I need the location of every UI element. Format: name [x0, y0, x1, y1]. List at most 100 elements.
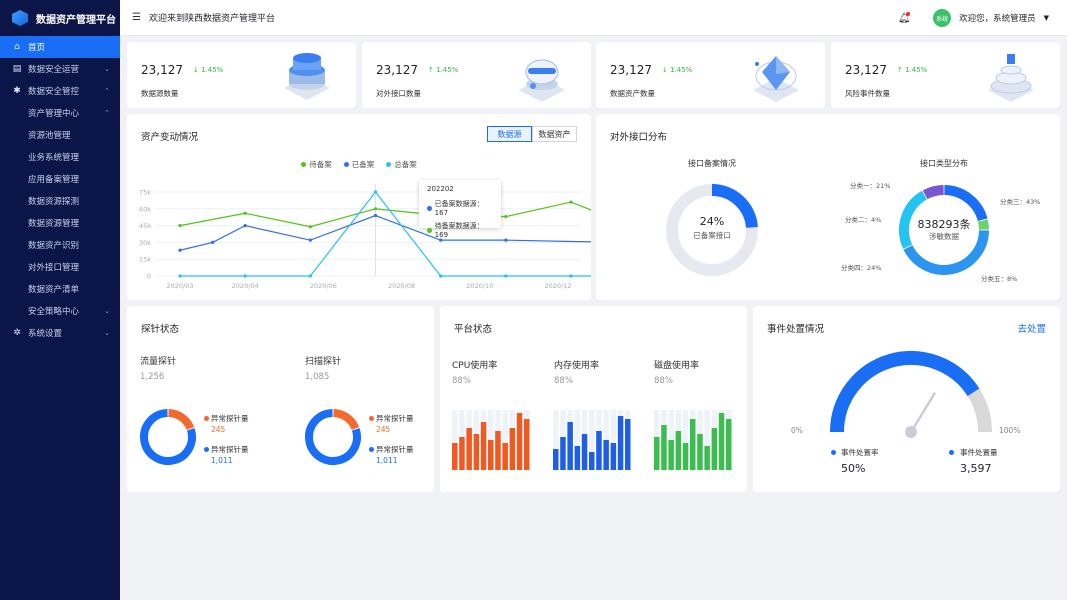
bell-icon[interactable]: 🔔︎	[897, 11, 911, 24]
caret-down-icon[interactable]: ▼	[1044, 14, 1049, 22]
bar	[459, 437, 465, 470]
data-point	[439, 274, 443, 278]
scan-normal-value: 1,011	[376, 456, 398, 465]
nav-system-settings[interactable]: ✲ 系统设置 ⌄	[0, 322, 120, 344]
scan-normal-label: 异常探针量	[376, 445, 414, 454]
nav-data-security-ops[interactable]: ▤ 数据安全运营 ⌄	[0, 58, 120, 80]
nav-resource-manage[interactable]: 数据资源管理	[0, 212, 120, 234]
x-tick-label: 2020/06	[310, 282, 337, 290]
disk-bar-chart	[654, 410, 732, 470]
bar	[560, 437, 566, 470]
nav-label: 数据资源探测	[28, 197, 80, 207]
event-card: 事件处置情况 去处置 0% 100% 事件处置率 50% 事件处置量 3,597	[753, 306, 1060, 492]
bar	[516, 413, 523, 470]
home-icon: ⌂	[14, 42, 20, 52]
nav-label: 安全策略中心	[28, 307, 80, 317]
bar	[726, 419, 732, 470]
layers-illustration-icon	[988, 54, 1034, 102]
dashboard-icon: ▤	[12, 64, 22, 74]
stat-label: 数据资产数量	[610, 89, 655, 98]
nav-app-filing[interactable]: 应用备案管理	[0, 168, 120, 190]
legend-dot	[949, 450, 954, 455]
nav-business-system[interactable]: 业务系统管理	[0, 146, 120, 168]
slice-label-1: 分类一：21%	[850, 182, 891, 190]
menu-toggle-icon[interactable]: ☰	[132, 12, 141, 23]
gauge-hub	[905, 426, 917, 438]
nav-resource-pool[interactable]: 资源池管理	[0, 124, 120, 146]
nav-security-policy[interactable]: 安全策略中心 ⌄	[0, 300, 120, 322]
nav-label: 数据安全管控	[28, 87, 80, 97]
asset-change-card: 资产变动情况 数据源 数据资产 待备案 已备案 总备案 0 15k 30k 45k 60…	[127, 114, 591, 300]
scan-probe-name: 扫描探针	[305, 357, 342, 367]
legend-dot	[343, 162, 349, 167]
type-total: 838293条	[917, 218, 971, 231]
data-point	[308, 238, 312, 242]
nav-data-security-control[interactable]: ✱ 数据安全管控 ⌃	[0, 80, 120, 102]
nav-label: 数据安全运营	[28, 65, 80, 75]
tooltip-dot	[427, 205, 432, 211]
rate-value: 50%	[841, 462, 866, 475]
nav-resource-detect[interactable]: 数据资源探测	[0, 190, 120, 212]
gauge-filled-arc	[830, 351, 980, 433]
data-point	[373, 190, 378, 194]
y-tick-label: 0	[147, 273, 151, 281]
user-menu[interactable]: 欢迎您，系统管理员	[959, 12, 1036, 24]
nav-interface-manage[interactable]: 对外接口管理	[0, 256, 120, 278]
legend-dot	[831, 450, 836, 455]
nav-asset-identify[interactable]: 数据资产识别	[0, 234, 120, 256]
bar	[603, 440, 609, 470]
legend-filed[interactable]: 已备案	[343, 159, 375, 170]
count-value: 3,597	[960, 462, 992, 475]
nav-label: 数据资源管理	[28, 219, 80, 229]
stat-card-datasource: 23,127 ↓ 1.45% 数据源数量	[127, 42, 356, 108]
disk-label: 磁盘使用率	[654, 361, 700, 371]
stat-label: 数据源数量	[141, 89, 179, 98]
chart-legend: 待备案 已备案 总备案	[127, 159, 591, 170]
asset-line-chart: 0 15k 30k 45k 60k 75k 2020/03 2020/04 2020/06 202…	[139, 184, 591, 290]
legend-pending[interactable]: 待备案	[301, 159, 332, 170]
asset-toggle: 数据源 数据资产	[487, 126, 577, 142]
bar	[596, 431, 602, 470]
chevron-up-icon: ⌃	[104, 109, 110, 117]
data-point	[178, 224, 182, 228]
card-title: 资产变动情况	[141, 132, 199, 143]
bar	[466, 428, 472, 470]
stat-change-value: 1.45%	[201, 66, 224, 74]
card-title: 对外接口分布	[610, 132, 668, 143]
nav-asset-list[interactable]: 数据资产清单	[0, 278, 120, 300]
legend-total[interactable]: 总备案	[386, 159, 417, 170]
data-point	[373, 207, 378, 211]
go-handle-link[interactable]: 去处置	[1017, 321, 1046, 335]
bar	[473, 434, 480, 470]
nav-home[interactable]: ⌂ 首页	[0, 36, 120, 58]
x-tick-label: 2020/03	[166, 282, 193, 290]
x-tick-label: 2020/04	[232, 282, 259, 290]
gauge-remaining-arc	[967, 388, 992, 433]
legend-dot	[204, 416, 209, 421]
nav-label: 数据资产识别	[28, 241, 80, 251]
avatar[interactable]: 系统	[933, 9, 952, 27]
scan-probe-donut	[305, 409, 361, 465]
stat-label: 风险事件数量	[845, 89, 890, 98]
bar	[553, 449, 559, 470]
legend-label: 已备案	[351, 160, 375, 169]
bar	[567, 422, 573, 470]
stat-change: ↓ 1.45%	[662, 66, 693, 74]
server-illustration-icon	[519, 59, 565, 102]
flow-abnormal-value: 245	[211, 425, 226, 434]
data-point	[308, 274, 312, 278]
stat-change: ↑ 1.45%	[428, 66, 459, 74]
rate-label: 事件处置率	[841, 448, 879, 457]
event-gauge	[830, 351, 992, 438]
bar	[675, 431, 682, 470]
toggle-datasource[interactable]: 数据源	[487, 126, 532, 142]
filing-label: 已备案接口	[693, 231, 731, 240]
bar	[480, 422, 487, 470]
legend-label: 待备案	[309, 160, 332, 169]
chevron-down-icon: ⌄	[104, 329, 110, 337]
data-point	[178, 274, 182, 278]
data-point	[439, 238, 443, 242]
toggle-asset[interactable]: 数据资产	[532, 126, 577, 142]
stat-value: 23,127	[141, 63, 183, 77]
nav-asset-center[interactable]: 资产管理中心 ⌃	[0, 102, 120, 124]
